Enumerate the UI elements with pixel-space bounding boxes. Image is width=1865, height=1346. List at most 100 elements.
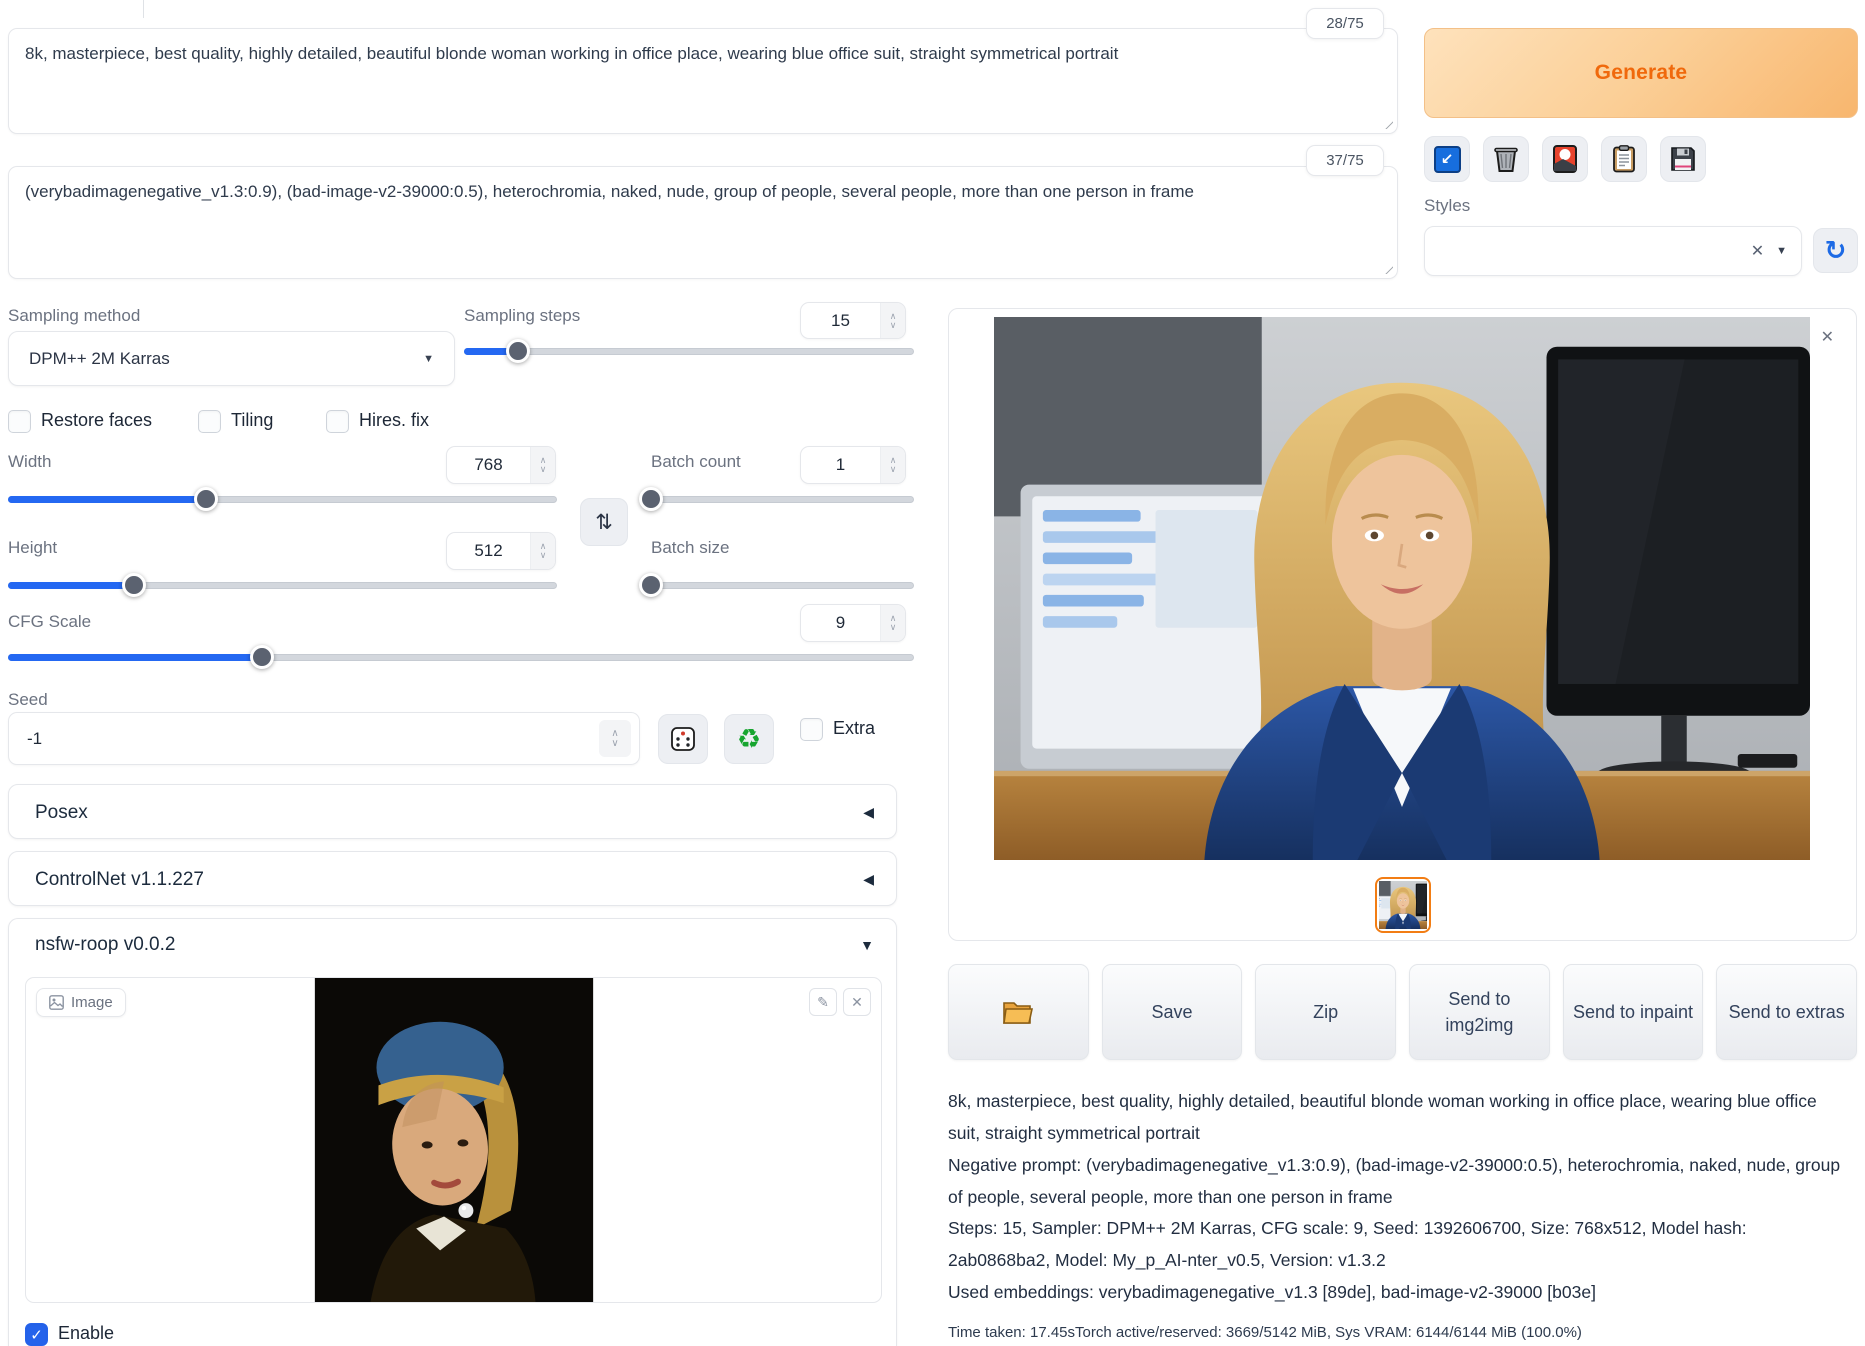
cfg-scale-slider-handle[interactable] xyxy=(250,645,274,669)
send-to-img2img-button[interactable]: Send to img2img xyxy=(1409,964,1550,1060)
batch-count-spinner[interactable]: ∧∨ xyxy=(880,447,905,483)
cfg-scale-label: CFG Scale xyxy=(8,612,91,632)
info-embeddings: Used embeddings: verybadimagenegative_v1… xyxy=(948,1277,1853,1309)
cfg-scale-spinner[interactable]: ∧∨ xyxy=(880,605,905,641)
zip-button[interactable]: Zip xyxy=(1255,964,1396,1060)
roop-image-clear-button[interactable]: ✕ xyxy=(843,988,871,1016)
gallery-thumbnail-selected[interactable] xyxy=(1375,877,1431,933)
sampling-steps-label: Sampling steps xyxy=(464,306,580,326)
batch-size-label: Batch size xyxy=(651,538,729,558)
controlnet-accordion-header[interactable]: ControlNet v1.1.227 ◀ xyxy=(9,852,896,907)
generated-image[interactable] xyxy=(994,317,1810,860)
posex-accordion-header[interactable]: Posex ◀ xyxy=(9,785,896,840)
cfg-scale-slider[interactable] xyxy=(8,646,914,668)
roop-image-dropzone[interactable]: Image ✎ ✕ xyxy=(25,977,882,1303)
width-spinner[interactable]: ∧∨ xyxy=(530,447,555,483)
vram-stats: Torch active/reserved: 3669/5142 MiB, Sy… xyxy=(1075,1324,1582,1341)
extra-seed-label: Extra xyxy=(833,718,875,739)
trash-icon xyxy=(1493,145,1519,173)
restore-faces-checkbox[interactable] xyxy=(8,410,31,433)
batch-count-label: Batch count xyxy=(651,452,741,472)
send-to-extras-button[interactable]: Send to extras xyxy=(1716,964,1857,1060)
roop-enable-label: Enable xyxy=(58,1323,114,1344)
seed-input[interactable]: -1 ∧∨ xyxy=(8,712,640,765)
sampling-steps-slider[interactable] xyxy=(464,340,914,362)
height-slider-handle[interactable] xyxy=(122,573,146,597)
check-icon: ✓ xyxy=(30,1326,43,1344)
save-button[interactable]: Save xyxy=(1102,964,1243,1060)
height-spinner[interactable]: ∧∨ xyxy=(530,533,555,569)
roop-title: nsfw-roop v0.0.2 xyxy=(35,934,175,956)
roop-image-edit-button[interactable]: ✎ xyxy=(809,988,837,1016)
posex-collapse-icon: ◀ xyxy=(863,804,874,821)
result-gallery: ✕ xyxy=(948,308,1857,941)
negative-prompt-text: (verybadimagenegative_v1.3:0.9), (bad-im… xyxy=(25,182,1194,201)
sampling-steps-value: 15 xyxy=(801,303,880,338)
roop-image-label-chip: Image xyxy=(36,988,126,1017)
random-seed-button[interactable] xyxy=(658,714,708,764)
height-input[interactable]: 512 ∧∨ xyxy=(446,532,556,570)
extra-seed-checkbox[interactable] xyxy=(800,718,823,741)
sampling-steps-input[interactable]: 15 ∧∨ xyxy=(800,302,906,339)
resize-handle-icon[interactable] xyxy=(1380,261,1393,274)
paste-generation-params-button[interactable]: ↙ xyxy=(1424,136,1470,182)
cutoff-fragment xyxy=(143,0,144,18)
refresh-styles-button[interactable]: ↻ xyxy=(1813,228,1858,273)
dice-icon xyxy=(670,726,696,752)
generate-button[interactable]: Generate xyxy=(1424,28,1858,118)
save-style-button[interactable] xyxy=(1660,136,1706,182)
batch-count-slider[interactable] xyxy=(642,488,914,510)
clear-prompt-button[interactable] xyxy=(1483,136,1529,182)
styles-caret-icon: ▼ xyxy=(1776,245,1787,257)
apply-style-button[interactable] xyxy=(1601,136,1647,182)
sampling-steps-slider-handle[interactable] xyxy=(506,339,530,363)
output-actions-row: Save Zip Send to img2img Send to inpaint… xyxy=(948,964,1857,1060)
height-slider[interactable] xyxy=(8,574,557,596)
batch-count-slider-handle[interactable] xyxy=(639,487,663,511)
posex-accordion: Posex ◀ xyxy=(8,784,897,839)
styles-dropdown[interactable]: ✕ ▼ xyxy=(1424,226,1802,276)
open-folder-button[interactable] xyxy=(948,964,1089,1060)
roop-source-image[interactable] xyxy=(314,978,594,1302)
seed-label: Seed xyxy=(8,690,48,710)
thumbnail-image xyxy=(1379,881,1427,929)
hires-fix-checkbox[interactable] xyxy=(326,410,349,433)
roop-accordion-header[interactable]: nsfw-roop v0.0.2 ▼ xyxy=(9,919,896,971)
styles-label: Styles xyxy=(1424,196,1470,216)
controlnet-title: ControlNet v1.1.227 xyxy=(35,869,204,891)
resize-handle-icon[interactable] xyxy=(1380,116,1393,129)
clipboard-icon xyxy=(1613,145,1635,173)
reuse-seed-button[interactable]: ♻ xyxy=(724,714,774,764)
roop-enable-checkbox[interactable]: ✓ xyxy=(25,1323,48,1346)
negative-prompt-input[interactable]: (verybadimagenegative_v1.3:0.9), (bad-im… xyxy=(8,166,1398,279)
width-slider-handle[interactable] xyxy=(194,487,218,511)
restore-faces-label: Restore faces xyxy=(41,410,152,431)
image-icon xyxy=(49,995,64,1010)
batch-count-input[interactable]: 1 ∧∨ xyxy=(800,446,906,484)
show-extra-networks-button[interactable] xyxy=(1542,136,1588,182)
batch-size-slider[interactable] xyxy=(642,574,914,596)
tiling-checkbox[interactable] xyxy=(198,410,221,433)
time-taken-line: Time taken: 17.45sTorch active/reserved:… xyxy=(948,1319,1853,1346)
gallery-close-icon[interactable]: ✕ xyxy=(1821,327,1834,347)
styles-clear-icon[interactable]: ✕ xyxy=(1751,241,1764,261)
batch-size-slider-handle[interactable] xyxy=(639,573,663,597)
sampling-method-dropdown[interactable]: DPM++ 2M Karras ▼ xyxy=(8,331,455,386)
controlnet-collapse-icon: ◀ xyxy=(863,871,874,888)
send-to-inpaint-button[interactable]: Send to inpaint xyxy=(1563,964,1704,1060)
folder-icon xyxy=(1002,999,1034,1025)
prompt-input[interactable]: 8k, masterpiece, best quality, highly de… xyxy=(8,28,1398,134)
roop-image-label: Image xyxy=(71,994,113,1011)
width-slider[interactable] xyxy=(8,488,557,510)
sampling-steps-spinner[interactable]: ∧∨ xyxy=(880,303,905,338)
close-icon: ✕ xyxy=(851,994,863,1011)
width-input[interactable]: 768 ∧∨ xyxy=(446,446,556,484)
seed-spinner[interactable]: ∧∨ xyxy=(599,720,631,757)
width-value: 768 xyxy=(447,447,530,483)
cfg-scale-input[interactable]: 9 ∧∨ xyxy=(800,604,906,642)
card-image-icon xyxy=(1553,145,1577,173)
height-value: 512 xyxy=(447,533,530,569)
info-negative-prompt: Negative prompt: (verybadimagenegative_v… xyxy=(948,1150,1853,1214)
swap-dimensions-button[interactable]: ⇅ xyxy=(580,498,628,546)
floppy-disk-icon xyxy=(1670,146,1696,172)
